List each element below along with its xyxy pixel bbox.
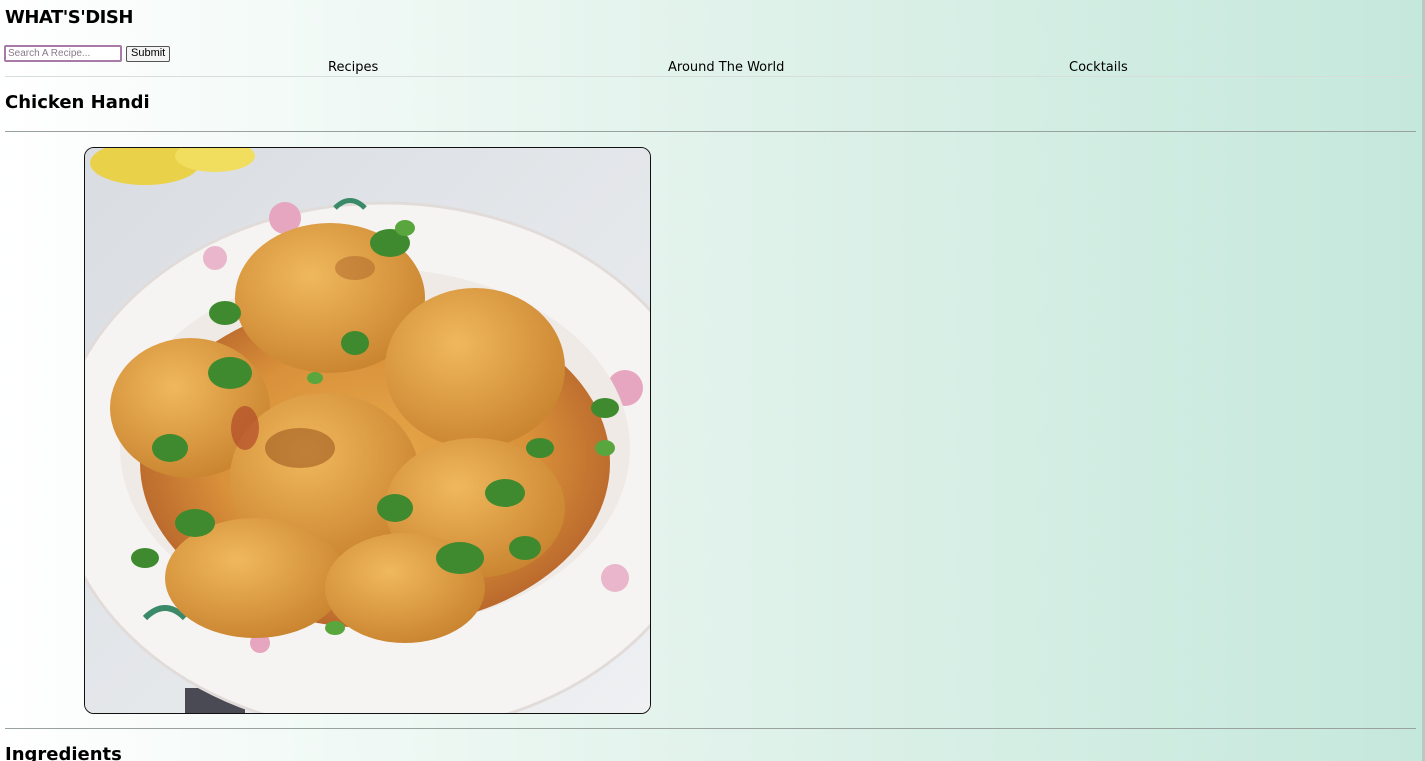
title-divider — [5, 131, 1416, 132]
recipe-photo — [84, 147, 651, 714]
nav-item-cocktails[interactable]: Cocktails — [1069, 60, 1128, 76]
site-logo[interactable]: WHAT'S'DISH — [5, 7, 133, 28]
main-nav: Recipes Around The World Cocktails — [5, 60, 1415, 77]
section-divider — [5, 728, 1416, 729]
nav-item-recipes[interactable]: Recipes — [328, 60, 378, 76]
ingredients-heading: Ingredients — [5, 744, 122, 761]
nav-item-around-the-world[interactable]: Around The World — [668, 60, 784, 76]
recipe-title: Chicken Handi — [5, 92, 150, 113]
